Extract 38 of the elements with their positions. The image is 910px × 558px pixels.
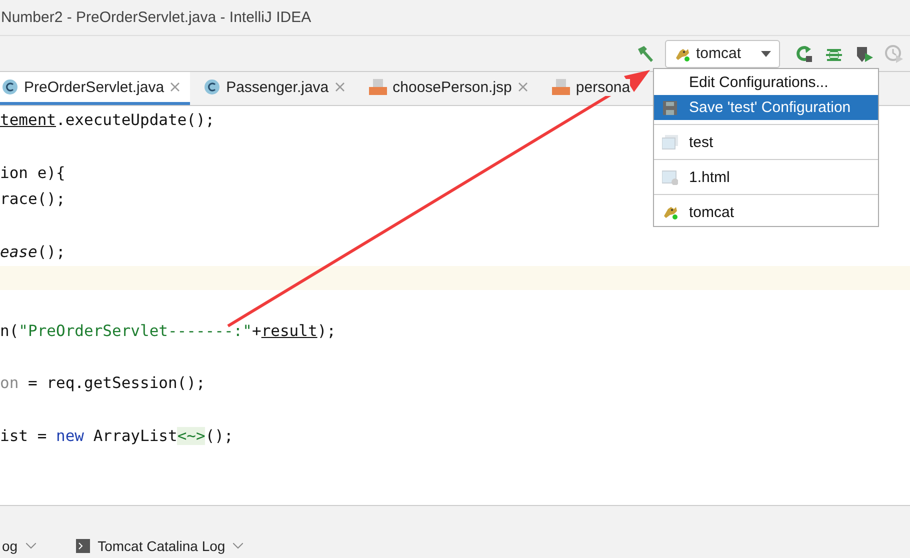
- close-icon[interactable]: [518, 82, 528, 92]
- caret-icon: [761, 50, 771, 56]
- editor-tab[interactable]: PreOrderServlet.java: [0, 72, 190, 105]
- run-configuration-dropdown[interactable]: tomcat: [665, 40, 780, 68]
- tool-window-tab[interactable]: Tomcat Catalina Log: [76, 536, 244, 556]
- rerun-icon[interactable]: [794, 44, 814, 64]
- clock-play-icon[interactable]: [884, 44, 904, 64]
- class-icon: [204, 79, 220, 95]
- editor-tab[interactable]: Passenger.java: [194, 72, 355, 105]
- menu-item[interactable]: 1.html: [654, 164, 878, 190]
- menu-item[interactable]: Edit Configurations...: [654, 70, 878, 95]
- menu-item[interactable]: test: [654, 129, 878, 155]
- code-line: ist = new ArrayList<~>();: [0, 426, 234, 445]
- editor-tab[interactable]: persona: [542, 72, 640, 105]
- editor-tab[interactable]: choosePerson.jsp: [358, 72, 538, 105]
- code-line: n("PreOrderServlet-------:"+result);: [0, 322, 336, 340]
- code-line: race();: [0, 190, 66, 208]
- jsp-file-icon: [368, 79, 387, 95]
- hammer-icon[interactable]: [635, 44, 655, 64]
- menu-item[interactable]: tomcat: [654, 199, 878, 225]
- code-line: ion e){: [0, 164, 66, 182]
- console-icon: [76, 539, 90, 553]
- close-icon[interactable]: [170, 82, 180, 92]
- caret-icon: [26, 543, 36, 549]
- close-icon[interactable]: [334, 82, 345, 92]
- tomcat-icon: [662, 204, 678, 220]
- window-title: Number2 - PreOrderServlet.java - IntelliJ IDEA: [1, 9, 312, 26]
- code-line: ease();: [0, 242, 66, 261]
- tool-window-tab[interactable]: og: [2, 536, 36, 556]
- menu-item[interactable]: Save 'test' Configuration: [654, 95, 878, 120]
- code-line: tement.executeUpdate();: [0, 111, 215, 130]
- web-page-icon: [662, 169, 678, 185]
- save-icon: [662, 100, 678, 116]
- caret-icon: [233, 543, 244, 549]
- window-icon: [662, 134, 678, 150]
- class-icon: [2, 79, 18, 95]
- code-line: on = req.getSession();: [0, 374, 206, 392]
- jsp-file-icon: [552, 79, 570, 95]
